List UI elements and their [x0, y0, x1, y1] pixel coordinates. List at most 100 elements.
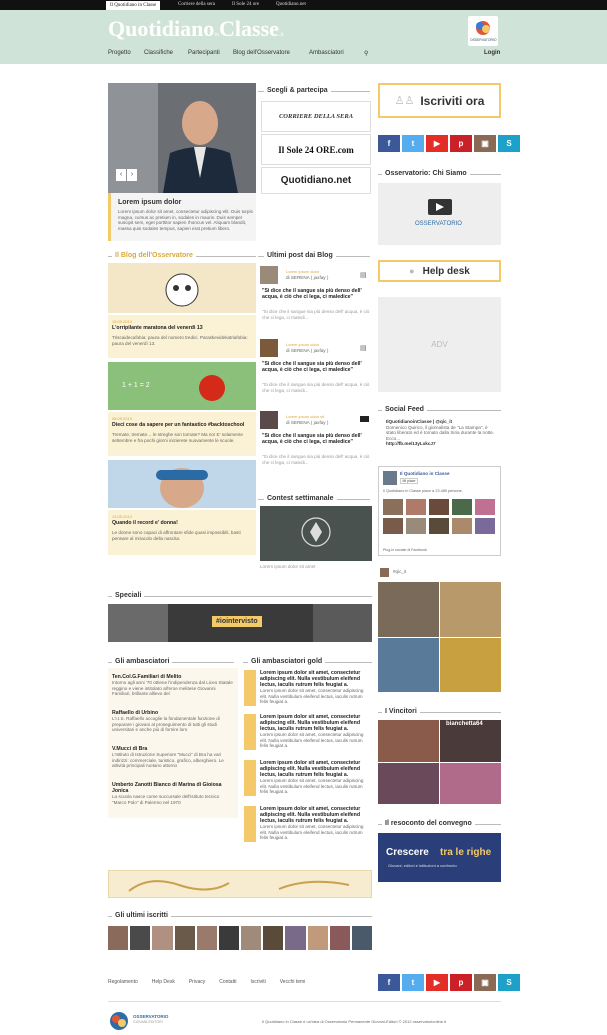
nav-blog[interactable]: Blog dell'Osservatore: [233, 50, 290, 56]
pinterest-icon[interactable]: p: [450, 135, 472, 152]
login-link[interactable]: Login: [484, 50, 500, 56]
blog-post-3-date: 13.09.2013: [112, 514, 133, 519]
post-author[interactable]: di SERENA ( jaxfay ): [286, 275, 328, 281]
hero-text: Lorem ipsum dolor sit amet, consectetur …: [118, 209, 253, 231]
corriere-link[interactable]: CORRIERE DELLA SERA: [261, 101, 371, 132]
twitter-icon[interactable]: t: [402, 135, 424, 152]
fb-page-title[interactable]: Il Quotidiano in Classe: [400, 471, 450, 477]
nav-progetto[interactable]: Progetto: [108, 50, 131, 56]
speciali-banner[interactable]: #iointervisto: [108, 604, 372, 642]
gold-item-text[interactable]: Lorem ipsum dolor sit amet, consectetur …: [260, 806, 370, 824]
iscriviti-button[interactable]: ♙♙ Iscriviti ora: [378, 83, 501, 118]
contest-image[interactable]: [260, 506, 372, 561]
chi-siamo-box[interactable]: OSSERVATORIO: [378, 183, 501, 245]
adv-box[interactable]: ADV: [378, 297, 501, 392]
instagram-grid[interactable]: [378, 582, 501, 692]
ambasciatori-gold-list: Lorem ipsum dolor sit amet, consectetur …: [244, 668, 372, 848]
crescere-banner[interactable]: Crescere tra le righe Giovani, editori e…: [378, 833, 501, 882]
post-excerpt: "Si dice che il sangue sia più denso del…: [262, 309, 370, 320]
ultimi-post-heading: Ultimi post dai Blog: [264, 252, 336, 259]
slider-next-button[interactable]: ›: [127, 169, 137, 181]
fb-plugin-label: Plug-in sociale di Facebook: [383, 548, 427, 552]
vincitori-grid[interactable]: bianchetta64: [378, 720, 501, 804]
site-logo[interactable]: QuotidianoinClasse.it: [108, 16, 284, 42]
instagram-header: #qic_it: [378, 567, 501, 577]
post-date: Lorem ipsum dolor: [286, 342, 320, 347]
quotidiano-net-link[interactable]: Quotidiano.net: [261, 167, 371, 194]
footer-helpdesk[interactable]: Help Desk: [152, 979, 175, 985]
blog-post-1-date: 15.09.2013: [112, 319, 133, 324]
facebook-icon[interactable]: f: [378, 135, 400, 152]
post-author[interactable]: di SERENA ( jaxfay ): [286, 348, 328, 354]
tweet[interactable]: IlQuotidianoinClasse | @qic_it Domenico …: [386, 419, 496, 447]
badge-label: OSSERVATORIO: [470, 38, 497, 42]
sole-link[interactable]: Il Sole 24 ORE.com: [261, 134, 371, 165]
twitter-icon[interactable]: t: [402, 974, 424, 991]
author-avatar: [260, 266, 278, 284]
footer-privacy[interactable]: Privacy: [189, 979, 205, 985]
tweet-text: Domenico Quirico, il giornalista de "La …: [386, 424, 495, 441]
gold-item-text[interactable]: Lorem ipsum dolor sit amet, consectetur …: [260, 670, 370, 688]
helpdesk-button[interactable]: ● Help desk: [378, 260, 501, 282]
pinterest-icon[interactable]: p: [450, 974, 472, 991]
blog-post-3-title[interactable]: Quando il record e' donna!: [112, 520, 178, 526]
instagram-icon[interactable]: ▣: [474, 135, 496, 152]
ambasciatore-title: Umberto Zanotti Bianco di Marina di Gioi…: [112, 782, 222, 794]
nav-ambasciatori[interactable]: Ambasciatori: [309, 50, 344, 56]
tweet-link[interactable]: http://fb.me/13yLxkcJ7: [386, 441, 496, 447]
ultimi-post-2[interactable]: Lorem ipsum dolor di SERENA ( jaxfay ) ▤…: [260, 337, 372, 407]
blog-post-2-text-box: 08.09.2013 Dieci cose da sapere per un f…: [108, 412, 256, 456]
topbar-link-quotidiano[interactable]: Il Quotidiano in Classe: [106, 1, 161, 10]
hero-slider[interactable]: ‹ ›: [108, 83, 256, 193]
instagram-tag[interactable]: #qic_it: [393, 569, 406, 575]
topbar-link-quotidiano-net[interactable]: Quotidiano.net: [276, 2, 306, 7]
author-avatar: [260, 339, 278, 357]
footer-iscriviti[interactable]: Iscriviti: [250, 979, 265, 985]
blog-post-1-title[interactable]: L'orripilante maratona del venerdì 13: [112, 325, 203, 331]
topbar-link-corriere[interactable]: Corriere della sera: [178, 2, 215, 7]
blog-post-1[interactable]: 15.09.2013 L'orripilante maratona del ve…: [108, 263, 256, 358]
blog-post-2-title[interactable]: Dieci cose da sapere per un fantastico #…: [112, 422, 252, 428]
post-quote[interactable]: "Si dice che il sangue sia più denso del…: [262, 433, 370, 445]
footer-vecchi-temi[interactable]: Vecchi temi: [280, 979, 306, 985]
post-author[interactable]: di SERENA ( jaxfay ): [286, 420, 328, 426]
post-quote[interactable]: "Si dice che il sangue sia più denso del…: [262, 288, 370, 300]
post-quote[interactable]: "Si dice che il sangue sia più denso del…: [262, 361, 370, 373]
blog-post-3[interactable]: 13.09.2013 Quando il record e' donna! Le…: [108, 460, 256, 555]
hero-title[interactable]: Lorem ipsum dolor: [118, 199, 181, 206]
ambasciatore-item[interactable]: V.Mucci di Bra L'Istituto di Istruzione …: [112, 746, 234, 769]
footer-contatti[interactable]: Contatti: [219, 979, 236, 985]
blog-post-2[interactable]: 1 + 1 = 2 08.09.2013 Dieci cose da saper…: [108, 362, 256, 456]
ambasciatore-item[interactable]: Umberto Zanotti Bianco di Marina di Gioi…: [112, 782, 234, 805]
crescere-subtitle: tra le righe: [440, 847, 492, 858]
footer-osservatorio-logo[interactable]: OSSERVATORIO GIOVANI-EDITORI: [108, 1010, 168, 1032]
share-icon[interactable]: S: [498, 974, 520, 991]
nav-classifiche[interactable]: Classifiche: [144, 50, 173, 56]
iscritti-avatars[interactable]: [108, 926, 373, 950]
post-excerpt: "Si dice che il sangue sia più denso del…: [262, 454, 370, 465]
topbar-link-sole[interactable]: Il Sole 24 ore: [232, 2, 259, 7]
slider-prev-button[interactable]: ‹: [116, 169, 126, 181]
osservatorio-badge[interactable]: OSSERVATORIO: [468, 16, 498, 46]
footer-regolamento[interactable]: Regolamento: [108, 979, 138, 985]
share-icon[interactable]: S: [498, 135, 520, 152]
gold-item-text[interactable]: Lorem ipsum dolor sit amet, consectetur …: [260, 714, 370, 732]
fb-like-button[interactable]: Mi piace: [400, 478, 418, 484]
ultimi-post-3[interactable]: Lorem ipsum dolor sit di SERENA ( jaxfay…: [260, 409, 372, 479]
video-small-icon: [360, 416, 369, 422]
search-icon[interactable]: ⚲: [364, 50, 368, 57]
crescere-title: Crescere: [386, 847, 429, 858]
facebook-icon[interactable]: f: [378, 974, 400, 991]
ultimi-post-1[interactable]: Lorem ipsum dolor di SERENA ( jaxfay ) ▤…: [260, 264, 372, 334]
ambasciatore-item[interactable]: Ten.Col.G.Familiari di Melito Intorno ag…: [112, 674, 234, 697]
blog-heading: Il Blog dell'Osservatore: [112, 252, 196, 259]
ambasciatore-text: L'Istituto di Istruzione Superiore "Mucc…: [112, 752, 224, 768]
gold-item-text[interactable]: Lorem ipsum dolor sit amet, consectetur …: [260, 760, 370, 778]
youtube-icon[interactable]: ▶: [426, 135, 448, 152]
youtube-icon[interactable]: ▶: [426, 974, 448, 991]
chi-siamo-heading: Osservatorio: Chi Siamo: [382, 170, 470, 177]
vincitore-name: bianchetta64: [446, 721, 483, 727]
instagram-icon[interactable]: ▣: [474, 974, 496, 991]
ambasciatore-item[interactable]: Raffaello di Urbino L'I.I.S. Raffaello a…: [112, 710, 234, 733]
nav-partecipanti[interactable]: Partecipanti: [188, 50, 220, 56]
